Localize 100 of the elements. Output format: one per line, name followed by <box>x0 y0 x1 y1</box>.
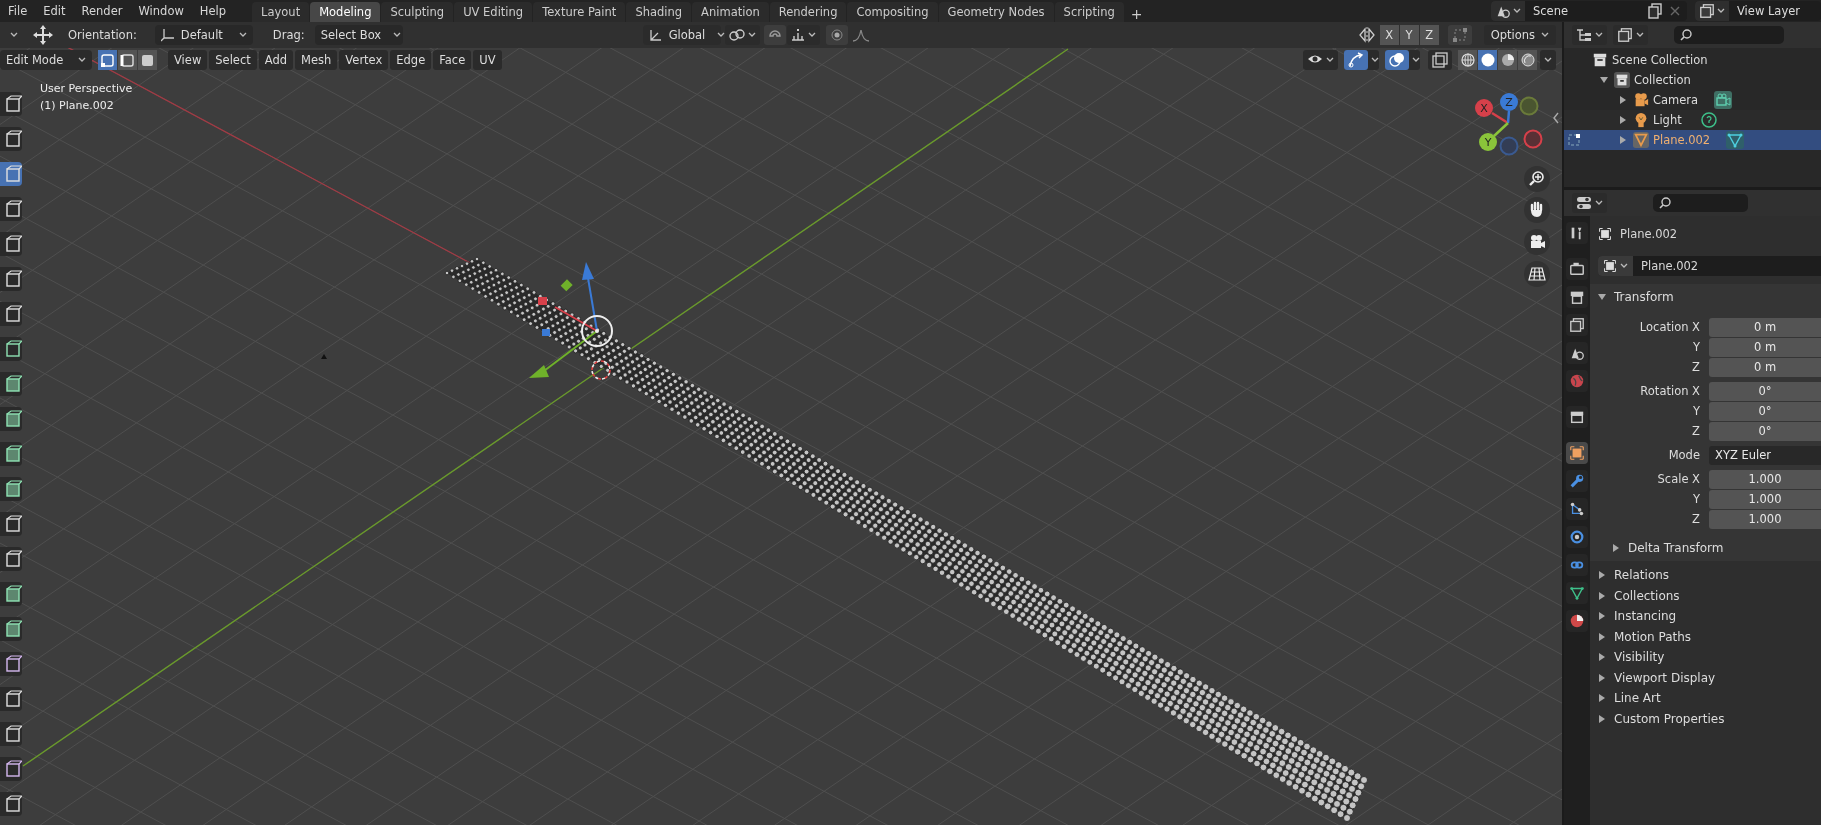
properties-tab[interactable] <box>1566 286 1588 308</box>
workspace-tab[interactable]: Compositing <box>847 2 938 22</box>
workspace-tab[interactable]: Scripting <box>1054 2 1124 22</box>
toolbar-tool[interactable] <box>0 477 22 501</box>
toolbar-tool[interactable] <box>0 512 22 536</box>
expand-arrow-icon[interactable] <box>1598 612 1606 621</box>
number-field[interactable]: 0 m <box>1709 318 1821 337</box>
visibility-button[interactable] <box>1303 50 1338 70</box>
material-shading-toggle[interactable] <box>1498 50 1517 70</box>
expand-arrow-icon[interactable] <box>1598 694 1606 703</box>
expand-arrow-icon[interactable] <box>1598 591 1606 600</box>
display-mode-button[interactable] <box>1613 25 1648 45</box>
search-field[interactable] <box>1653 194 1748 212</box>
toolbar-tool[interactable] <box>0 232 22 256</box>
toolbar-tool[interactable] <box>0 337 22 361</box>
panel-header[interactable]: Motion Paths <box>1590 626 1821 647</box>
overlay-toggle[interactable] <box>1385 50 1420 70</box>
properties-tab[interactable] <box>1566 526 1588 548</box>
gizmo-toggle[interactable] <box>1344 50 1379 70</box>
toolbar-tool[interactable] <box>0 582 22 606</box>
mesh-data-icon[interactable] <box>1726 131 1745 149</box>
editor-type-button[interactable] <box>1572 193 1607 213</box>
expand-arrow-icon[interactable] <box>1619 96 1627 104</box>
properties-tab[interactable] <box>1566 342 1588 364</box>
panel-header[interactable]: Transform <box>1590 284 1821 310</box>
proportional-edit-button[interactable] <box>825 25 848 45</box>
drag-dropdown[interactable]: Select Box <box>314 25 403 45</box>
mesh-plane[interactable] <box>444 256 1368 822</box>
expand-arrow-icon[interactable] <box>1598 571 1606 580</box>
number-field[interactable]: 1.000 <box>1709 470 1821 489</box>
properties-tab[interactable] <box>1566 498 1588 520</box>
mirror-axis-toggle[interactable]: X <box>1379 25 1399 45</box>
properties-tab[interactable] <box>1566 582 1588 604</box>
toolbar-tool[interactable] <box>0 407 22 431</box>
number-field[interactable]: 0 m <box>1709 358 1821 377</box>
options-dropdown[interactable]: Options <box>1483 25 1556 45</box>
snap-button[interactable] <box>763 25 786 45</box>
camera-data-icon[interactable] <box>1714 91 1733 109</box>
toolbar-tool[interactable] <box>0 442 22 466</box>
panel-header[interactable]: Instancing <box>1590 606 1821 627</box>
panel-header[interactable]: Relations <box>1590 565 1821 586</box>
properties-tab[interactable] <box>1566 442 1588 464</box>
toolbar-tool[interactable] <box>0 652 22 676</box>
viewport-menu[interactable]: Add <box>258 50 294 70</box>
toolbar-tool[interactable] <box>0 757 22 781</box>
transform-gizmo[interactable] <box>529 262 613 378</box>
rendered-shading-toggle[interactable] <box>1518 50 1537 70</box>
number-field[interactable]: 0° <box>1709 422 1821 441</box>
solid-shading-toggle[interactable] <box>1478 50 1497 70</box>
search-field[interactable] <box>1674 26 1784 44</box>
expand-arrow-icon[interactable] <box>1598 653 1606 662</box>
grid-button[interactable] <box>1524 261 1550 287</box>
viewport-menu[interactable]: Select <box>209 50 257 70</box>
collapse-arrow-icon[interactable] <box>1600 76 1608 84</box>
auto-merge-button[interactable] <box>1447 25 1472 45</box>
properties-tab[interactable] <box>1566 222 1588 244</box>
expand-arrow-icon[interactable] <box>1598 714 1606 723</box>
number-field[interactable]: 0 m <box>1709 338 1821 357</box>
workspace-tab[interactable]: Modeling <box>310 2 381 22</box>
viewport-menu[interactable]: View <box>168 50 208 70</box>
viewport-menu[interactable]: Face <box>433 50 472 70</box>
toolbar-tool[interactable] <box>0 617 22 641</box>
editor-type-button[interactable] <box>1572 25 1607 45</box>
pivot-button[interactable] <box>724 25 760 45</box>
number-field[interactable]: 1.000 <box>1709 490 1821 509</box>
outliner-row[interactable]: Camera <box>1564 90 1821 110</box>
workspace-tab[interactable]: Shading <box>626 2 692 22</box>
camera-button[interactable] <box>1524 229 1550 255</box>
viewport-menu[interactable]: Mesh <box>295 50 338 70</box>
scene-selector[interactable]: Scene <box>1491 1 1687 21</box>
panel-header[interactable]: Viewport Display <box>1590 667 1821 688</box>
shading-options-button[interactable] <box>1540 50 1556 70</box>
mode-dropdown[interactable]: Edit Mode <box>0 50 92 70</box>
toolbar-tool[interactable] <box>0 267 22 291</box>
face-select-toggle[interactable] <box>138 50 157 70</box>
zoom-button[interactable] <box>1524 166 1550 192</box>
toolbar-tool[interactable] <box>0 92 22 116</box>
properties-tab[interactable] <box>1566 610 1588 632</box>
workspace-tab[interactable]: Texture Paint <box>533 2 626 22</box>
menu-item[interactable]: Help <box>191 4 235 18</box>
xray-toggle[interactable] <box>1428 50 1452 70</box>
workspace-tab[interactable]: Layout <box>252 2 310 22</box>
number-field[interactable]: 0° <box>1709 402 1821 421</box>
subpanel-header[interactable]: Delta Transform <box>1590 535 1821 561</box>
navigation-gizmo[interactable]: X Y Z <box>1475 93 1543 156</box>
properties-tab[interactable] <box>1566 406 1588 428</box>
light-data-icon[interactable] <box>1699 111 1718 129</box>
copy-icon[interactable] <box>1647 3 1663 19</box>
panel-header[interactable]: Collections <box>1590 585 1821 606</box>
toolbar-tool[interactable] <box>0 547 22 571</box>
orientation-dropdown[interactable]: Default <box>154 25 253 45</box>
workspace-tab[interactable]: Rendering <box>769 2 847 22</box>
view-layer-selector[interactable]: View Layer <box>1695 1 1821 21</box>
expand-arrow-icon[interactable] <box>1598 673 1606 682</box>
toolbar-tool[interactable] <box>0 372 22 396</box>
panel-header[interactable]: Custom Properties <box>1590 708 1821 729</box>
move-tool-icon[interactable] <box>32 24 54 46</box>
expand-arrow-icon[interactable] <box>1612 544 1620 552</box>
add-workspace-button[interactable]: + <box>1124 6 1149 22</box>
number-field[interactable]: 1.000 <box>1709 510 1821 529</box>
